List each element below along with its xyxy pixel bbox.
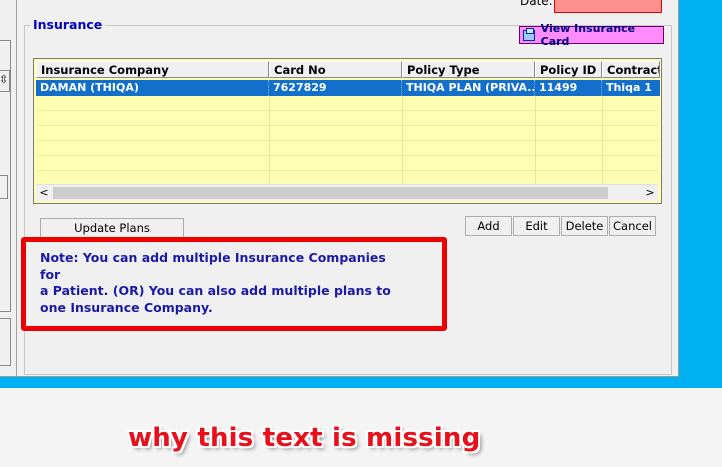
- horizontal-scrollbar[interactable]: < >: [36, 184, 658, 201]
- left-panel-divider: [16, 0, 17, 376]
- cell-card-no: 7627829: [269, 80, 402, 96]
- left-dropdown-stub[interactable]: ⇳: [0, 70, 10, 92]
- grid-column-line: [269, 96, 270, 184]
- view-insurance-card-label: View Insurance Card: [540, 22, 636, 48]
- update-plans-button[interactable]: Update Plans: [40, 218, 184, 238]
- add-button[interactable]: Add: [465, 216, 512, 236]
- grid-header: Insurance Company Card No Policy Type Po…: [36, 61, 660, 79]
- scroll-left-icon[interactable]: <: [36, 185, 52, 201]
- edit-button[interactable]: Edit: [513, 216, 560, 236]
- note-text: Note: You can add multiple Insurance Com…: [40, 250, 391, 315]
- patient-window: ⇳ Date: Insurance View Insurance Card In…: [0, 0, 679, 377]
- cell-contract: Thiqa 1: [606, 81, 652, 94]
- delete-button[interactable]: Delete: [561, 216, 608, 236]
- insurance-legend: Insurance: [30, 17, 106, 32]
- cell-policy-type: THIQA PLAN (PRIVA...: [402, 80, 535, 96]
- column-header-insurance-company[interactable]: Insurance Company: [36, 61, 269, 78]
- date-label: Date:: [520, 0, 553, 8]
- column-header-card-no[interactable]: Card No: [269, 61, 402, 78]
- cancel-button[interactable]: Cancel: [609, 216, 656, 236]
- grid-column-line: [402, 96, 403, 184]
- left-field-stub[interactable]: [0, 175, 8, 199]
- cell-insurance-company: DAMAN (THIQA): [36, 80, 269, 96]
- scrollbar-thumb[interactable]: [53, 187, 608, 199]
- grid-empty-area: [36, 96, 658, 184]
- annotation-caption: why this text is missing: [128, 423, 481, 453]
- insurance-grid[interactable]: Insurance Company Card No Policy Type Po…: [33, 58, 662, 204]
- card-window-icon: [523, 27, 535, 41]
- view-insurance-card-button[interactable]: View Insurance Card: [519, 22, 664, 48]
- cell-policy-id: 11499: [535, 80, 602, 96]
- date-field[interactable]: [554, 0, 662, 13]
- column-header-policy-type[interactable]: Policy Type: [402, 61, 535, 78]
- grid-column-line: [535, 96, 536, 184]
- scroll-right-icon[interactable]: >: [642, 185, 658, 201]
- left-dropdown-icon: ⇳: [0, 73, 9, 86]
- column-header-policy-id[interactable]: Policy ID: [535, 61, 602, 78]
- table-row[interactable]: DAMAN (THIQA) 7627829 THIQA PLAN (PRIVA.…: [36, 80, 660, 96]
- note-highlight-box: Note: You can add multiple Insurance Com…: [21, 237, 447, 331]
- grid-column-line: [602, 96, 603, 184]
- column-header-contract[interactable]: Contract: [602, 61, 660, 78]
- left-button-stub[interactable]: [0, 318, 11, 366]
